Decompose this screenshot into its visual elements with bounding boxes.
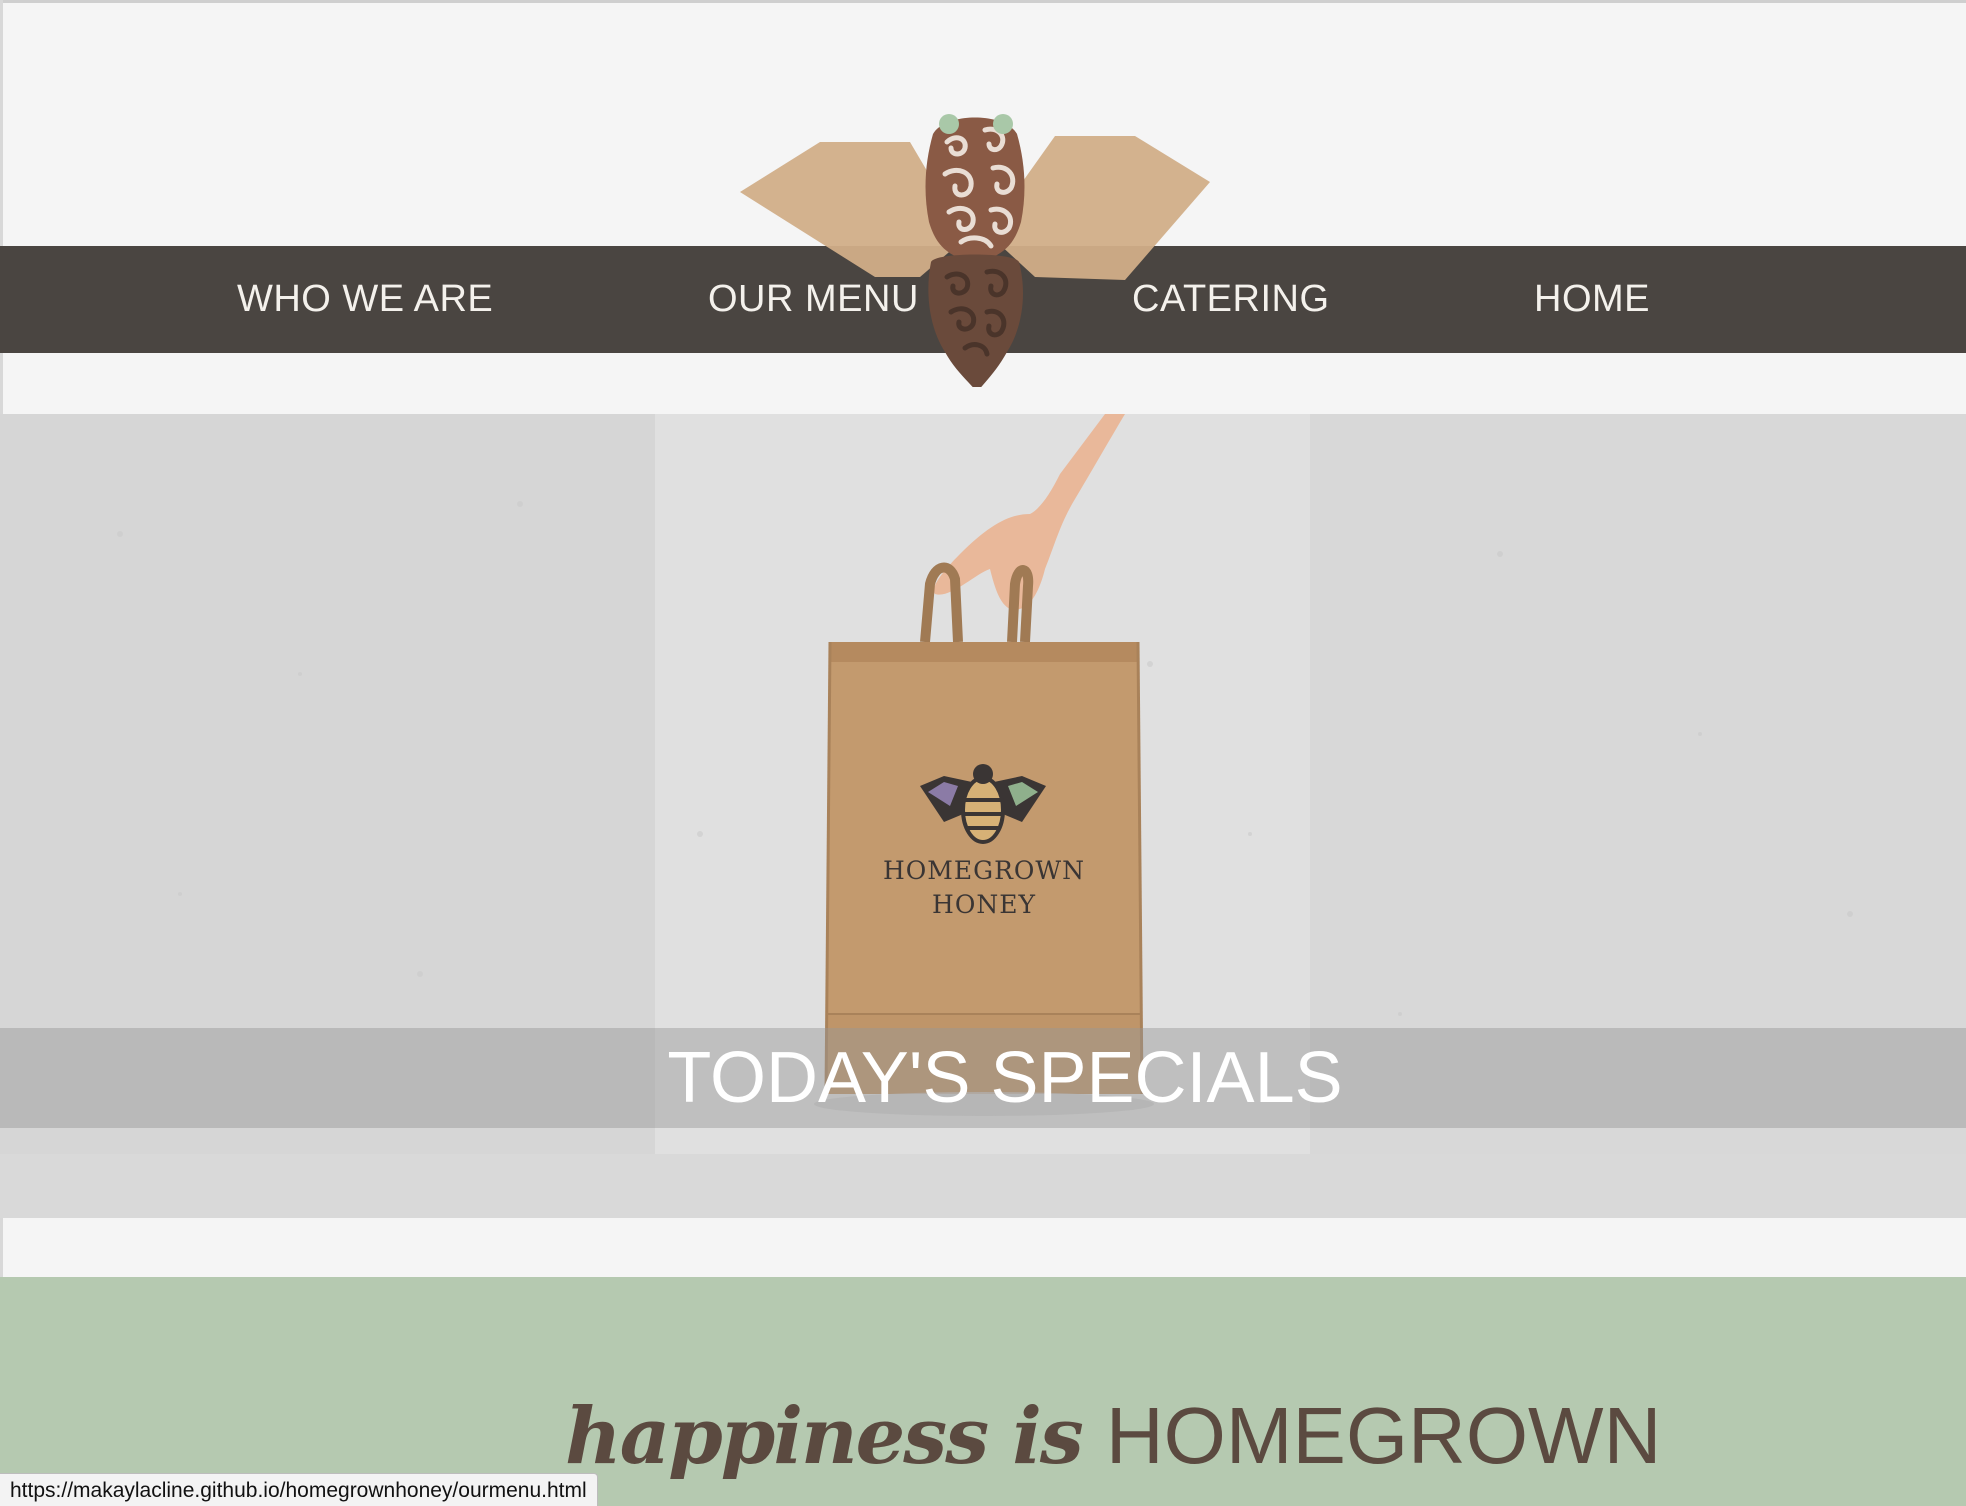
right-antenna [993,114,1013,134]
nav-link-catering[interactable]: CATERING [1132,246,1330,353]
nav-link-who-we-are[interactable]: WHO WE ARE [237,246,493,353]
tagline-script: happiness is [565,1391,1084,1482]
nav-link-home[interactable]: HOME [1534,246,1650,353]
bag-brand-text: HOMEGROWN HONEY [828,854,1140,922]
specials-banner-title: TODAY'S SPECIALS [667,1038,1343,1118]
tagline-caps: HOMEGROWN [1105,1391,1662,1480]
tagline: happiness is HOMEGROWN [565,1390,1661,1482]
status-bar-url: https://makaylacline.github.io/homegrown… [0,1473,598,1506]
bag-brand-line1: HOMEGROWN [882,856,1085,885]
page-border-top [0,0,1966,3]
left-antenna [939,114,959,134]
nav-link-our-menu[interactable]: OUR MENU [708,246,919,353]
page: WHO WE ARE OUR MENU CATERING HOME HOMEGR… [0,0,1966,1506]
bag-brand-line2: HONEY [932,890,1036,919]
specials-banner[interactable]: TODAY'S SPECIALS [0,1028,1966,1128]
tagline-section: happiness is HOMEGROWN [0,1277,1966,1506]
hero-section: HOMEGROWN HONEY TODAY'S SPECIALS [0,414,1966,1218]
